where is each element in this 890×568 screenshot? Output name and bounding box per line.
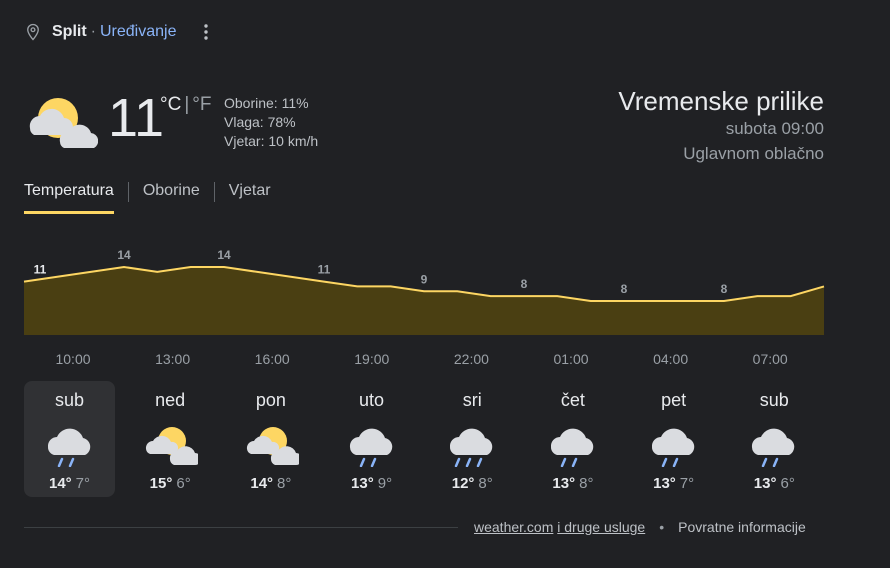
day-low: 8° [579,475,594,492]
day-card[interactable]: uto 13° 9° [326,381,417,497]
day-temps: 13° 7° [628,475,719,492]
time-tick-label: 16:00 [254,351,290,367]
chart-tabs: Temperatura Oborine Vjetar [24,180,271,214]
data-label: 8 [521,277,528,291]
location-city: Split [52,23,87,40]
day-name: sub [759,390,789,410]
rain-icon [651,428,694,467]
day-card[interactable]: ned 15° 6° [125,381,216,497]
day-card[interactable]: sub 14° 7° [24,381,115,497]
unit-separator: | [184,94,190,115]
day-card[interactable]: sri 12° 8° [427,381,518,497]
location-separator: · [90,23,96,40]
day-name: sub [54,390,85,410]
feedback-link[interactable]: Povratne informacije [678,519,806,535]
day-temps: 12° 8° [427,475,518,492]
day-low: 8° [478,475,493,492]
day-low: 7° [75,475,91,492]
day-card[interactable]: pet 13° 7° [628,381,719,497]
showers-icon [450,428,493,467]
tab-wind[interactable]: Vjetar [229,180,271,214]
day-temps: 14° 8° [225,475,316,492]
celsius-toggle[interactable]: °C [160,94,181,116]
time-tick-label: 07:00 [752,351,788,367]
footer: weather.com i druge usluge • Povratne in… [474,519,806,535]
temperature-chart: 11 14 14 11 9 8 8 8 [23,248,825,335]
time-tick-label: 10:00 [55,351,91,367]
rain-icon [349,428,392,467]
time-tick-label: 19:00 [354,351,390,367]
day-low: 9° [377,475,393,492]
day-card[interactable]: čet 13° 8° [527,381,618,497]
time-tick-label: 13:00 [155,351,191,367]
daily-forecast: sub 14° 7° ned 15° 6° pon 14° 8° uto 13° 9° sri 12° 8°… [24,381,830,497]
day-high: 13° [351,475,374,492]
day-card[interactable]: pon 14° 8° [225,381,316,497]
partly-cloudy-icon [146,427,199,465]
summary-title: Vremenske prilike [618,86,824,116]
day-high: 13° [552,475,576,492]
day-high: 13° [753,475,777,492]
day-card[interactable]: sub 13° 6° [729,381,820,497]
day-name: pon [255,390,286,410]
day-low: 6° [780,475,795,492]
data-label: 14 [217,248,231,262]
data-label: 11 [34,263,47,277]
data-label: 9 [421,272,428,286]
day-high: 14° [250,475,274,492]
footer-divider [24,527,458,528]
time-axis: 10:00 13:00 16:00 19:00 22:00 01:00 04:00 07:00 [0,351,890,371]
edit-location-link[interactable]: Uređivanje [100,23,176,41]
day-name: sri [462,390,482,410]
day-low: 7° [679,475,695,492]
data-label: 8 [721,282,728,296]
partly-cloudy-icon [29,98,98,148]
day-high: 12° [451,475,475,492]
day-high: 13° [653,475,676,492]
current-stats: Oborine: 11% Vlaga: 78% Vjetar: 10 km/h [224,94,318,151]
rain-icon [47,428,90,467]
time-tick-label: 04:00 [653,351,689,367]
more-options-icon[interactable] [198,22,214,42]
current-temperature: 11 [108,88,165,148]
tab-temperature[interactable]: Temperatura [24,180,114,214]
day-low: 6° [176,475,191,492]
tab-divider [127,182,129,202]
footer-bullet: • [659,519,665,535]
tab-precipitation[interactable]: Oborine [143,180,200,214]
day-name: ned [155,390,186,410]
time-tick-label: 01:00 [553,351,589,367]
partly-cloudy-icon [246,427,299,465]
day-high: 14° [48,475,72,492]
fahrenheit-toggle[interactable]: °F [192,94,211,116]
day-low: 8° [277,475,292,492]
precipitation-stat: Oborine: 11% [224,95,309,111]
day-name: uto [359,390,385,410]
day-temps: 13° 6° [729,475,820,492]
tab-divider [213,182,215,202]
unit-toggle: °C | °F [160,94,211,116]
data-label: 14 [117,248,131,262]
day-high: 15° [149,475,173,492]
location-row: Split · Uređivanje [24,18,214,46]
day-temps: 15° 6° [125,475,216,492]
summary-condition: Uglavnom oblačno [683,144,824,163]
day-name: čet [560,390,585,410]
data-label: 11 [318,263,331,277]
location-pin-icon [27,23,39,41]
wind-stat: Vjetar: 10 km/h [224,133,319,149]
rain-icon [550,428,594,467]
day-temps: 13° 8° [527,475,618,492]
weather-source-link[interactable]: weather.com [474,519,553,535]
data-label: 8 [621,282,628,296]
day-temps: 13° 9° [326,475,417,492]
time-tick-label: 22:00 [453,351,489,367]
other-services-link[interactable]: i druge usluge [557,519,645,535]
day-temps: 14° 7° [24,475,115,492]
humidity-stat: Vlaga: 78% [224,114,296,130]
weather-summary: Vremenske prilike subota 09:00 Uglavnom … [618,86,824,166]
rain-icon [752,428,795,467]
summary-datetime: subota 09:00 [725,119,824,138]
day-name: pet [661,390,687,410]
